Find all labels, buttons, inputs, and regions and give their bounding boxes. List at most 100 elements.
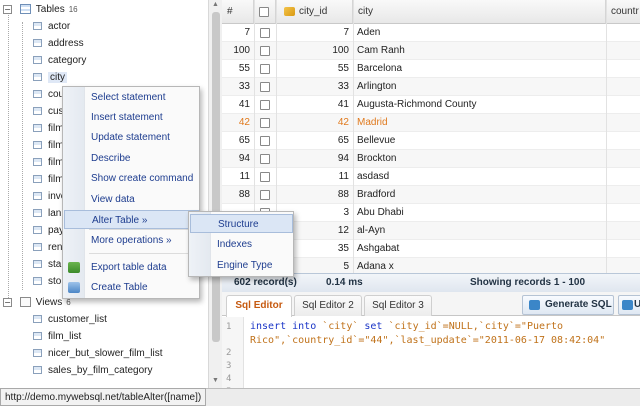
tab-sql-editor-3[interactable]: Sql Editor 3 [364, 295, 432, 316]
row-checkbox[interactable] [260, 64, 270, 74]
table-row[interactable]: 41 41 Augusta-Richmond County [222, 96, 640, 114]
table-item[interactable]: film [33, 137, 64, 154]
table-item[interactable]: film [33, 120, 64, 137]
cell-city[interactable]: Ashgabat [357, 240, 606, 258]
table-row[interactable]: 11 11 asdasd [222, 168, 640, 186]
context-menu-item[interactable]: Update statement [64, 128, 199, 147]
table-row[interactable]: 65 65 Bellevue [222, 132, 640, 150]
cell-city[interactable]: Abu Dhabi [357, 204, 606, 222]
context-menu-item[interactable]: Select statement [64, 88, 199, 107]
context-menu-item[interactable]: View data [64, 190, 199, 209]
table-row[interactable]: 42 42 Madrid [222, 114, 640, 132]
cell-city-id[interactable]: 41 [276, 96, 353, 114]
cell-city[interactable]: al-Ayn [357, 222, 606, 240]
table-item[interactable]: film [33, 154, 64, 171]
row-checkbox[interactable] [260, 28, 270, 38]
header-rownum[interactable]: # [222, 0, 254, 24]
table-row[interactable]: 100 100 Cam Ranh [222, 42, 640, 60]
tree-scrollbar[interactable]: ▲ ▼ [208, 0, 222, 388]
cell-city-id[interactable]: 88 [276, 186, 353, 204]
table-item[interactable]: cus [33, 103, 64, 120]
context-menu-item[interactable]: Export table data [64, 258, 199, 277]
table-row[interactable]: 88 88 Bradford [222, 186, 640, 204]
select-all-checkbox[interactable] [259, 7, 269, 17]
context-menu-item[interactable]: Show create command [64, 169, 199, 188]
row-checkbox[interactable] [260, 190, 270, 200]
table-row[interactable]: 7 7 Aden [222, 24, 640, 42]
row-checkbox[interactable] [260, 154, 270, 164]
collapse-icon[interactable]: − [3, 5, 12, 14]
row-checkbox[interactable] [260, 172, 270, 182]
table-item[interactable]: pay [33, 222, 64, 239]
context-menu-item[interactable]: Describe [64, 149, 199, 168]
cell-city[interactable]: Augusta-Richmond County [357, 96, 606, 114]
header-country[interactable]: countr [606, 0, 640, 24]
submenu-item[interactable]: Engine Type [190, 256, 293, 275]
table-item[interactable]: sta [33, 256, 61, 273]
scroll-down-icon[interactable]: ▼ [212, 377, 219, 384]
context-menu-item[interactable]: Alter Table » [64, 210, 199, 229]
view-item[interactable]: nicer_but_slower_film_list [33, 345, 163, 362]
extra-toolbar-button[interactable]: U [618, 295, 640, 315]
tables-group[interactable]: − Tables 16 [3, 1, 78, 18]
table-item[interactable]: actor [33, 18, 70, 35]
sql-editor[interactable]: 1 2 3 4 5 insert into `city` set `city_i… [222, 317, 640, 397]
cell-city[interactable]: Aden [357, 24, 606, 42]
sql-icon [529, 300, 540, 310]
scroll-up-icon[interactable]: ▲ [212, 1, 219, 8]
scroll-thumb[interactable] [212, 12, 220, 342]
cell-city[interactable]: Bellevue [357, 132, 606, 150]
collapse-icon[interactable]: − [3, 298, 12, 307]
tab-sql-editor[interactable]: Sql Editor [226, 295, 292, 317]
view-item[interactable]: customer_list [33, 311, 107, 328]
table-item[interactable]: sto [33, 273, 61, 290]
views-group[interactable]: − Views 6 [3, 294, 71, 311]
row-checkbox[interactable] [260, 82, 270, 92]
cell-city-id[interactable]: 100 [276, 42, 353, 60]
view-item[interactable]: sales_by_film_category [33, 362, 153, 379]
row-checkbox[interactable] [260, 100, 270, 110]
cell-city-id[interactable]: 65 [276, 132, 353, 150]
cell-city-id[interactable]: 55 [276, 60, 353, 78]
line-number: 1 [226, 322, 232, 332]
table-name: sta [48, 259, 62, 270]
cell-city-id[interactable]: 94 [276, 150, 353, 168]
cell-city[interactable]: Barcelona [357, 60, 606, 78]
cell-city-id[interactable]: 42 [276, 114, 353, 132]
table-item[interactable]: address [33, 35, 84, 52]
context-menu-item[interactable]: Create Table [64, 278, 199, 297]
cell-city[interactable]: asdasd [357, 168, 606, 186]
table-icon [33, 39, 42, 48]
submenu-item[interactable]: Structure [190, 214, 293, 233]
view-item[interactable]: film_list [33, 328, 81, 345]
table-item[interactable]: cou [33, 86, 64, 103]
table-item[interactable]: city [33, 69, 67, 86]
submenu-item[interactable]: Indexes [190, 235, 293, 254]
cell-city[interactable]: Arlington [357, 78, 606, 96]
header-city[interactable]: city [353, 0, 606, 24]
cell-city-id[interactable]: 11 [276, 168, 353, 186]
table-row[interactable]: 94 94 Brockton [222, 150, 640, 168]
row-checkbox[interactable] [260, 118, 270, 128]
row-checkbox[interactable] [260, 46, 270, 56]
cell-city-id[interactable]: 33 [276, 78, 353, 96]
cell-city[interactable]: Bradford [357, 186, 606, 204]
table-item[interactable]: lan [33, 205, 61, 222]
table-item[interactable]: ren [33, 239, 62, 256]
context-menu-item[interactable]: More operations » [64, 231, 199, 250]
table-item[interactable]: film [33, 171, 64, 188]
table-row[interactable]: 33 33 Arlington [222, 78, 640, 96]
cell-city[interactable]: Brockton [357, 150, 606, 168]
table-icon [33, 192, 42, 201]
cell-city[interactable]: Cam Ranh [357, 42, 606, 60]
cell-city[interactable]: Madrid [357, 114, 606, 132]
context-menu-item[interactable]: Insert statement [64, 108, 199, 127]
tab-sql-editor-2[interactable]: Sql Editor 2 [294, 295, 362, 316]
table-item[interactable]: category [33, 52, 86, 69]
generate-sql-button[interactable]: Generate SQL [522, 295, 614, 315]
header-select-all[interactable] [254, 0, 276, 24]
table-row[interactable]: 55 55 Barcelona [222, 60, 640, 78]
cell-city-id[interactable]: 7 [276, 24, 353, 42]
row-checkbox[interactable] [260, 136, 270, 146]
header-city-id[interactable]: city_id [276, 0, 353, 24]
